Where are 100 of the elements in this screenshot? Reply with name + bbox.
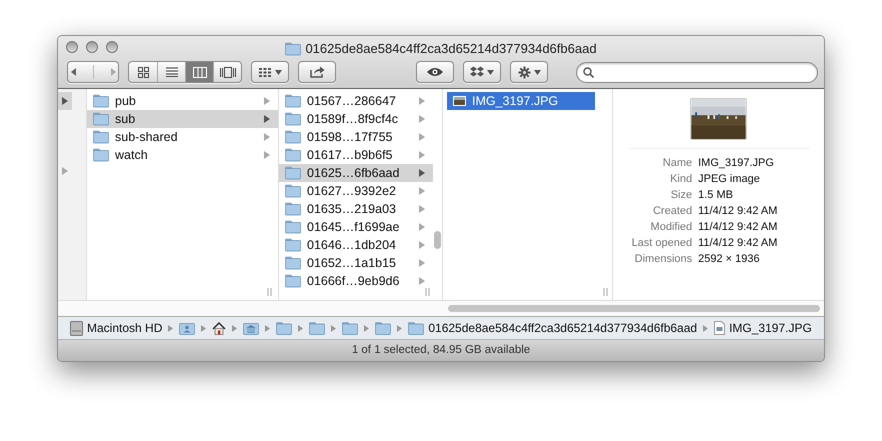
separator-arrow-icon <box>331 324 336 332</box>
folder-icon <box>342 322 358 334</box>
cover-flow-view-icon <box>220 66 236 78</box>
separator-arrow-icon <box>298 324 304 332</box>
list-view-icon <box>166 67 178 77</box>
folder-icon <box>276 322 292 334</box>
info-value: JPEG image <box>698 172 761 187</box>
info-value: 11/4/12 9:42 AM <box>698 204 778 219</box>
folder-icon <box>285 112 301 126</box>
collapsed-column-row[interactable] <box>58 92 72 110</box>
info-label: Kind <box>669 172 692 187</box>
folder-row[interactable]: 01589f…8f9cf4c <box>279 110 433 128</box>
folder-row[interactable]: sub <box>87 110 278 128</box>
file-row[interactable]: IMG_3197.JPG <box>447 92 595 110</box>
disclosure-arrow-icon <box>419 259 425 267</box>
search-field[interactable] <box>576 62 818 82</box>
disclosure-arrow-icon <box>264 133 270 141</box>
folder-row[interactable]: 01646…1db204 <box>279 236 433 254</box>
folder-icon <box>285 220 301 234</box>
window-control-icon[interactable] <box>106 41 118 53</box>
share-button[interactable] <box>298 61 336 83</box>
window-control-icon[interactable] <box>86 41 98 53</box>
horizontal-scroll-bar[interactable] <box>448 305 820 312</box>
disclosure-arrow-icon <box>419 223 425 231</box>
disclosure-arrow-icon <box>264 151 270 159</box>
folder-row[interactable]: 01635…219a03 <box>279 200 433 218</box>
folder-row[interactable]: pub <box>87 92 278 110</box>
disclosure-arrow-icon <box>419 241 425 249</box>
path-item[interactable]: 01625de8ae584c4ff2ca3d65214d377934d6fb6aad <box>408 319 698 337</box>
window-title: 01625de8ae584c4ff2ca3d65214d377934d6fb6aad <box>305 40 597 58</box>
quick-look-button[interactable] <box>416 61 454 83</box>
house-icon <box>212 322 226 334</box>
folder-row[interactable]: 01645…f1699ae <box>279 218 433 236</box>
disclosure-arrow-icon <box>264 97 270 105</box>
gear-icon <box>518 66 530 78</box>
folder-icon <box>309 322 326 334</box>
back-forward-control[interactable] <box>67 61 119 83</box>
view-mode-tab[interactable] <box>185 62 213 82</box>
separator-arrow-icon <box>703 324 708 332</box>
status-text: 1 of 1 selected, 84.95 GB available <box>352 342 530 358</box>
resize-handle-icon[interactable] <box>603 288 608 296</box>
folder-row[interactable]: 01567…286647 <box>279 92 433 110</box>
dropbox-icon <box>470 66 484 78</box>
folder-icon <box>285 94 301 108</box>
disclosure-arrow-icon <box>419 97 425 105</box>
disclosure-arrow-icon <box>419 277 425 285</box>
info-value: 2592 × 1936 <box>698 252 761 267</box>
folder-icon <box>375 322 392 334</box>
folder-icon <box>408 322 424 334</box>
path-item[interactable] <box>212 322 226 334</box>
info-value: IMG_3197.JPG <box>698 156 775 171</box>
separator-arrow-icon <box>397 324 402 332</box>
folder-icon <box>285 274 301 288</box>
folder-icon <box>285 184 301 198</box>
image-file-icon <box>714 321 726 335</box>
disclosure-arrow-icon <box>264 115 270 123</box>
separator-arrow-icon <box>168 324 174 332</box>
folder-row[interactable]: sub-shared <box>87 128 278 146</box>
caret-icon <box>487 70 494 74</box>
search-icon <box>583 66 594 78</box>
folder-row[interactable]: 01598…17f755 <box>279 128 433 146</box>
info-value: 11/4/12 9:42 AM <box>698 220 778 235</box>
disclosure-arrow-icon <box>419 169 425 177</box>
disclosure-arrow-icon <box>419 187 425 195</box>
folder-row[interactable]: 01617…b9b6f5 <box>279 146 433 164</box>
share-icon <box>310 66 324 78</box>
separator-arrow-icon <box>364 324 370 332</box>
path-item[interactable]: Macintosh HD <box>70 319 162 337</box>
info-label: Modified <box>650 220 692 235</box>
info-label: Last opened <box>632 236 692 251</box>
folder-row[interactable]: 01625…6fb6aad <box>279 164 433 182</box>
image-file-icon <box>453 96 466 106</box>
disclosure-arrow-icon <box>419 115 425 123</box>
arrange-button[interactable] <box>251 61 289 83</box>
action-button[interactable] <box>510 61 548 83</box>
building-folder-icon <box>243 322 260 334</box>
view-mode-control[interactable] <box>128 61 242 83</box>
folder-row[interactable]: 01666f…9eb9d6 <box>279 272 433 290</box>
caret-icon <box>534 70 540 74</box>
separator-arrow-icon <box>265 324 270 332</box>
separator-arrow-icon <box>201 324 206 332</box>
disclosure-arrow-icon <box>419 133 425 141</box>
resize-handle-icon[interactable] <box>267 288 272 296</box>
window-control-icon[interactable] <box>66 41 78 53</box>
disclosure-arrow-icon <box>62 97 68 105</box>
resize-handle-icon[interactable] <box>425 288 430 296</box>
disclosure-arrow-icon <box>419 151 425 159</box>
folder-icon <box>285 42 302 56</box>
info-label: Size <box>670 188 692 203</box>
dropbox-button[interactable] <box>463 61 501 83</box>
folder-icon <box>285 256 301 270</box>
folder-icon <box>285 148 301 162</box>
folder-icon <box>93 94 109 108</box>
disclosure-arrow-icon <box>62 167 68 175</box>
folder-row[interactable]: 01652…1a1b15 <box>279 254 433 272</box>
path-item[interactable]: IMG_3197.JPG <box>714 319 812 337</box>
folder-row[interactable]: 01627…9392e2 <box>279 182 433 200</box>
user-folder-icon <box>179 322 196 334</box>
folder-row[interactable]: watch <box>87 146 278 164</box>
disclosure-arrow-icon <box>419 205 425 213</box>
